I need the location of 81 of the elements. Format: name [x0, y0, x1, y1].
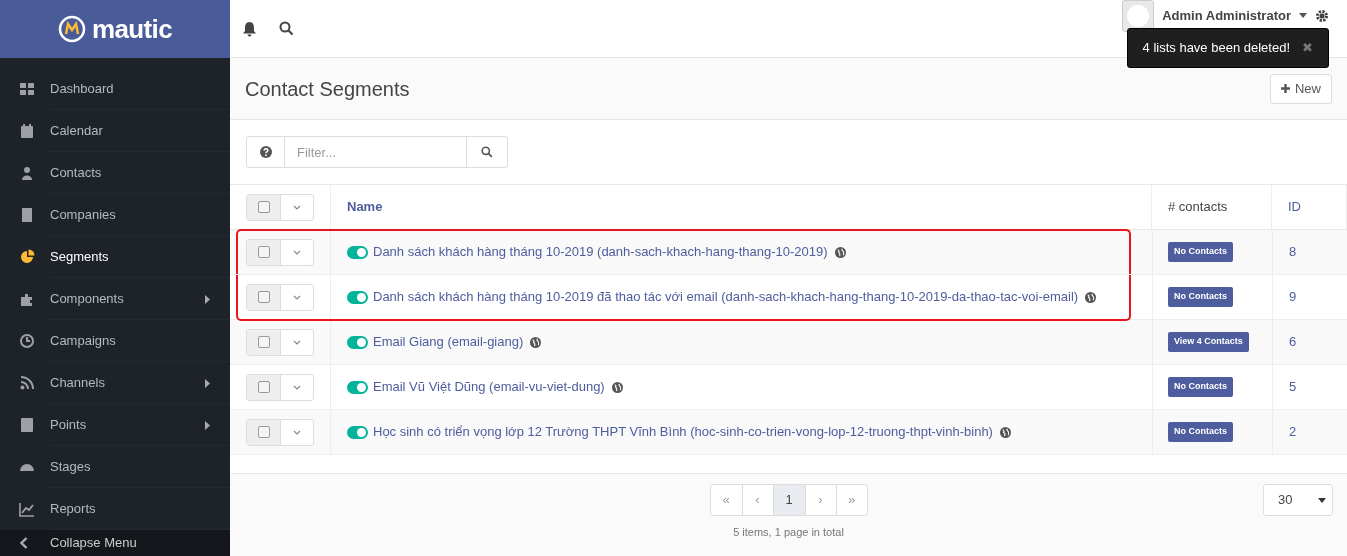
settings-icon[interactable]: [1315, 8, 1329, 23]
contacts-badge[interactable]: No Contacts: [1168, 377, 1233, 397]
sidebar-item[interactable]: Companies: [0, 194, 230, 236]
clock-icon: [19, 333, 35, 349]
toggle-switch[interactable]: [347, 245, 368, 259]
notification-bell-icon[interactable]: [242, 20, 257, 37]
collapse-menu-button[interactable]: Collapse Menu: [0, 530, 230, 556]
help-icon: [259, 146, 272, 158]
contacts-badge[interactable]: No Contacts: [1168, 242, 1233, 262]
caret-icon: [1299, 13, 1307, 18]
globe-icon: [999, 426, 1011, 438]
contacts-badge[interactable]: No Contacts: [1168, 287, 1233, 307]
sidebar-item[interactable]: Calendar: [0, 110, 230, 152]
row-select-checkbox[interactable]: [247, 374, 281, 400]
person-icon: [19, 165, 35, 181]
segment-link[interactable]: Email Vũ Việt Dũng (email-vu-viet-dung): [373, 377, 605, 397]
pie-chart-icon: [19, 249, 35, 265]
segment-link[interactable]: Email Giang (email-giang): [373, 332, 524, 352]
chevron-icon: [293, 339, 301, 345]
sidebar-item[interactable]: Reports: [0, 488, 230, 530]
sidebar-item[interactable]: Campaigns: [0, 320, 230, 362]
row-select-checkbox[interactable]: [247, 239, 281, 265]
grid-icon: [19, 81, 35, 97]
globe-icon: [530, 336, 542, 348]
search-icon[interactable]: [279, 21, 294, 36]
caret-icon: [1318, 497, 1326, 503]
user-menu[interactable]: Admin Administrator: [1162, 5, 1291, 26]
row-select-checkbox[interactable]: [247, 419, 281, 445]
logo-text: mautic: [92, 12, 172, 46]
table-cell-text: 2: [1289, 423, 1297, 442]
table-cell-text: 8: [1289, 243, 1297, 262]
chevron-icon: [20, 537, 28, 549]
sidebar-item[interactable]: Stages: [0, 446, 230, 488]
search-icon: [481, 146, 493, 158]
sidebar-item[interactable]: Segments: [0, 236, 230, 278]
column-header[interactable]: # contacts: [1168, 197, 1228, 217]
toast-message: 4 lists have been deleted!: [1142, 39, 1290, 58]
pagination-button[interactable]: 1: [772, 485, 805, 515]
table-cell-text: 9: [1289, 288, 1297, 307]
toggle-switch[interactable]: [347, 380, 368, 394]
row-select-checkbox[interactable]: [247, 329, 281, 355]
logo-icon: [58, 15, 87, 43]
sidebar-item[interactable]: Channels: [0, 362, 230, 404]
segment-link[interactable]: Danh sách khách hàng tháng 10-2019 đã thao tác với email (danh-sach-khach-hang-thang-10-2019-da-thao-tac-voi-email): [373, 287, 1079, 307]
plus-icon: [1281, 84, 1290, 93]
avatar[interactable]: [1122, 0, 1155, 32]
filter-input-group[interactable]: Filter...: [246, 136, 508, 168]
close-button[interactable]: ✖: [1302, 38, 1313, 58]
table-cell-text: 6: [1289, 333, 1297, 352]
contacts-badge[interactable]: View 4 Contacts: [1168, 332, 1249, 352]
globe-icon: [611, 381, 623, 393]
segment-link[interactable]: Học sinh có triển vọng lớp 12 Trường THPT Vĩnh Bình (hoc-sinh-co-trien-vong-lop-12-truong-thpt-vinh-binh): [373, 422, 993, 442]
line-chart-icon: [19, 501, 35, 517]
segment-link[interactable]: Danh sách khách hàng tháng 10-2019 (danh-sach-khach-hang-thang-10-2019): [373, 242, 828, 262]
sidebar-item[interactable]: Points: [0, 404, 230, 446]
puzzle-icon: [19, 291, 35, 307]
toggle-switch[interactable]: [347, 425, 368, 439]
pagination-summary: 5 items, 1 page in total: [733, 525, 844, 540]
sidebar-item[interactable]: Dashboard: [0, 68, 230, 110]
toggle-switch[interactable]: [347, 290, 368, 304]
column-header[interactable]: Name: [347, 197, 383, 217]
row-select-checkbox[interactable]: [247, 194, 281, 220]
feed-icon: [19, 375, 35, 391]
contacts-badge[interactable]: No Contacts: [1168, 422, 1233, 442]
sidebar-item[interactable]: Components: [0, 278, 230, 320]
new-button[interactable]: New: [1270, 73, 1332, 104]
page-title: Contact Segments: [245, 76, 410, 102]
globe-icon: [1085, 291, 1097, 303]
chevron-icon: [293, 429, 301, 435]
globe-icon: [834, 246, 846, 258]
row-select-checkbox[interactable]: [247, 284, 281, 310]
toggle-switch[interactable]: [347, 335, 368, 349]
chevron-icon: [293, 294, 301, 300]
chevron-icon: [293, 204, 301, 210]
per-page-select[interactable]: 30: [1263, 484, 1333, 516]
chevron-icon: [293, 384, 301, 390]
sidebar-item[interactable]: Contacts: [0, 152, 230, 194]
chevron-icon: [293, 249, 301, 255]
table-cell-text: 5: [1289, 378, 1297, 397]
column-header[interactable]: ID: [1288, 197, 1301, 217]
calendar-icon: [19, 123, 35, 139]
